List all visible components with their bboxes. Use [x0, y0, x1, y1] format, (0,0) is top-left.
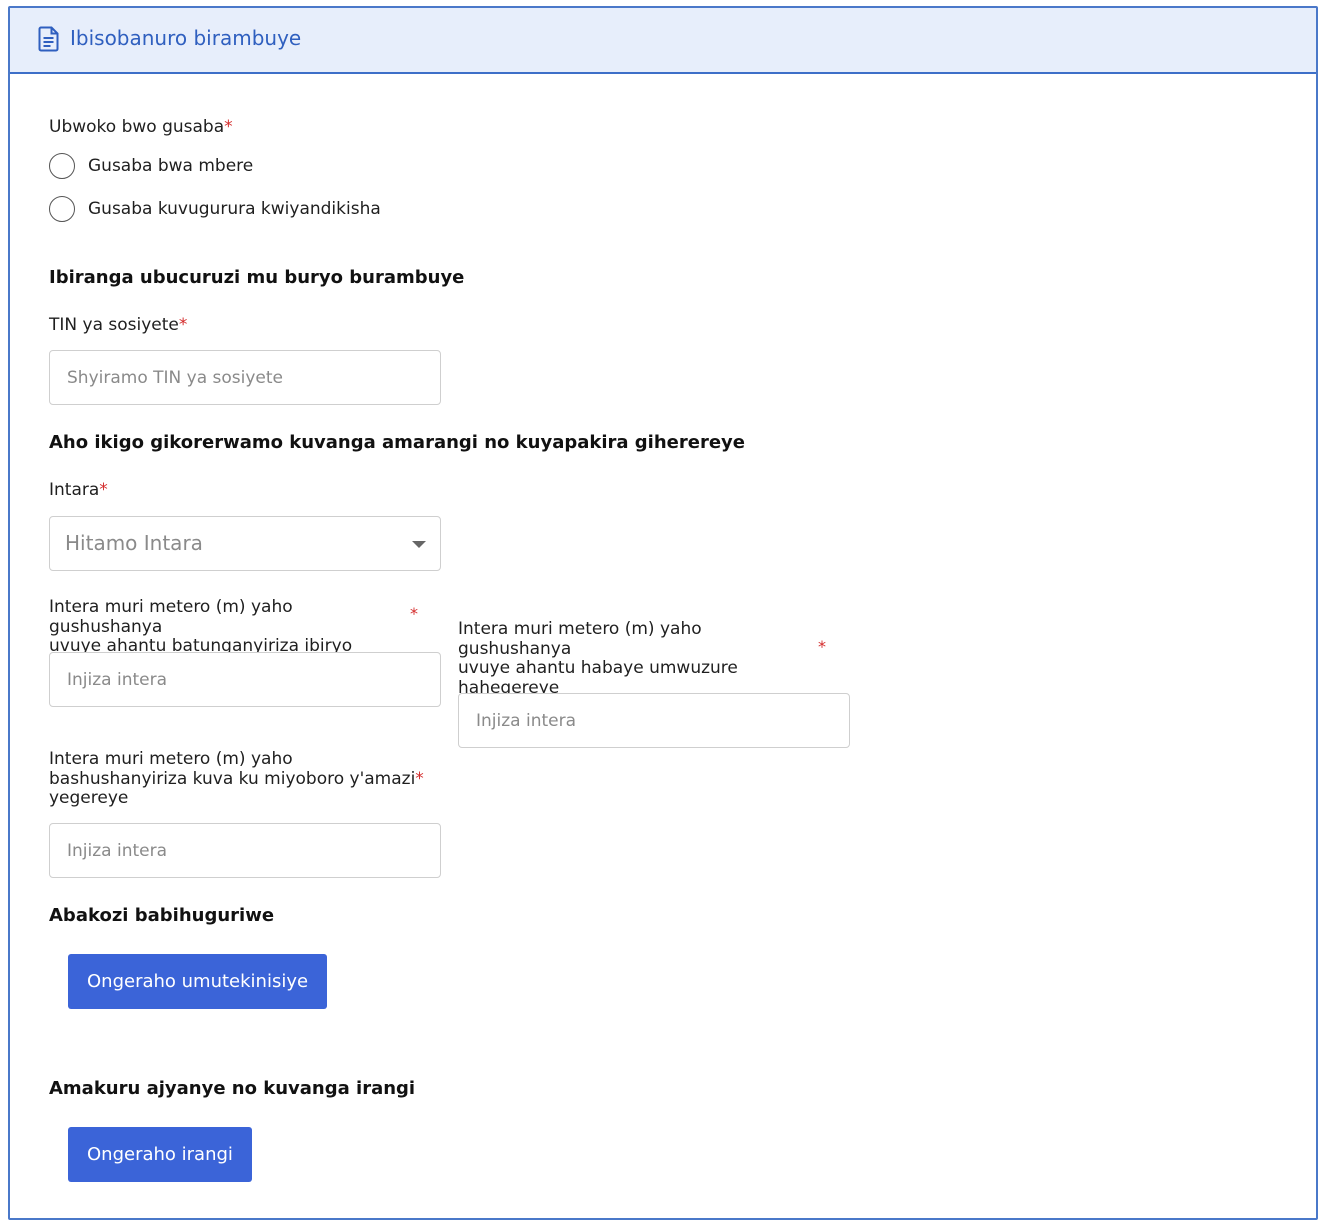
distance-water-label: Intera muri metero (m) yaho bashushanyir… [49, 749, 429, 809]
application-type-label: Ubwoko bwo gusaba* [49, 117, 233, 137]
required-mark: * [99, 480, 108, 500]
paint-section-heading: Amakuru ajyanye no kuvanga irangi [49, 1078, 416, 1099]
required-mark: * [178, 315, 188, 335]
province-label: Intara* [49, 480, 108, 500]
required-mark: * [224, 117, 233, 137]
chevron-down-icon [412, 541, 426, 548]
radio-renewal-application-label[interactable]: Gusaba kuvugurura kwiyandikisha [88, 199, 381, 219]
staff-section-heading: Abakozi babihuguriwe [49, 905, 275, 926]
card-header: Ibisobanuro birambuye [10, 8, 1316, 74]
distance-flood-label-line: uvuye ahantu habaye umwuzure [458, 658, 738, 678]
distance-water-label-text: bashushanyiriza kuva ku miyoboro y'amazi [49, 768, 416, 789]
distance-flood-label: Intera muri metero (m) yaho gushushanya … [458, 619, 818, 698]
radio-renewal-application[interactable] [49, 196, 75, 222]
distance-food-label: Intera muri metero (m) yaho gushushanya … [49, 597, 389, 657]
distance-water-input[interactable] [49, 823, 441, 878]
tin-input[interactable] [49, 350, 441, 405]
tin-label-text: TIN ya sosiyete [49, 315, 179, 335]
card-title: Ibisobanuro birambuye [70, 26, 302, 50]
location-section-heading: Aho ikigo gikorerwamo kuvanga amarangi n… [49, 432, 745, 453]
radio-first-application-label[interactable]: Gusaba bwa mbere [88, 156, 253, 176]
business-section-heading: Ibiranga ubucuruzi mu buryo burambuye [49, 267, 465, 288]
tin-label: TIN ya sosiyete* [49, 315, 187, 335]
distance-water-label-line: Intera muri metero (m) yaho [49, 749, 293, 769]
distance-water-label-line: yegereye [49, 788, 129, 808]
distance-water-label-line: bashushanyiriza kuva ku miyoboro y'amazi… [49, 768, 429, 790]
required-mark: * [818, 637, 826, 656]
radio-first-application[interactable] [49, 153, 75, 179]
distance-food-label-line: Intera muri metero (m) yaho gushushanya [49, 597, 293, 637]
distance-flood-input[interactable] [458, 693, 850, 748]
add-paint-button[interactable]: Ongeraho irangi [68, 1127, 252, 1182]
document-icon [38, 26, 59, 52]
province-select[interactable]: Hitamo Intara [49, 516, 441, 571]
application-type-label-text: Ubwoko bwo gusaba [49, 117, 225, 137]
province-select-value: Hitamo Intara [65, 531, 203, 555]
add-technician-button[interactable]: Ongeraho umutekinisiye [68, 954, 328, 1009]
province-label-text: Intara [49, 480, 100, 500]
required-mark: * [410, 604, 418, 623]
distance-flood-label-line: Intera muri metero (m) yaho gushushanya [458, 619, 702, 659]
required-mark: * [415, 768, 424, 789]
distance-food-input[interactable] [49, 652, 441, 707]
